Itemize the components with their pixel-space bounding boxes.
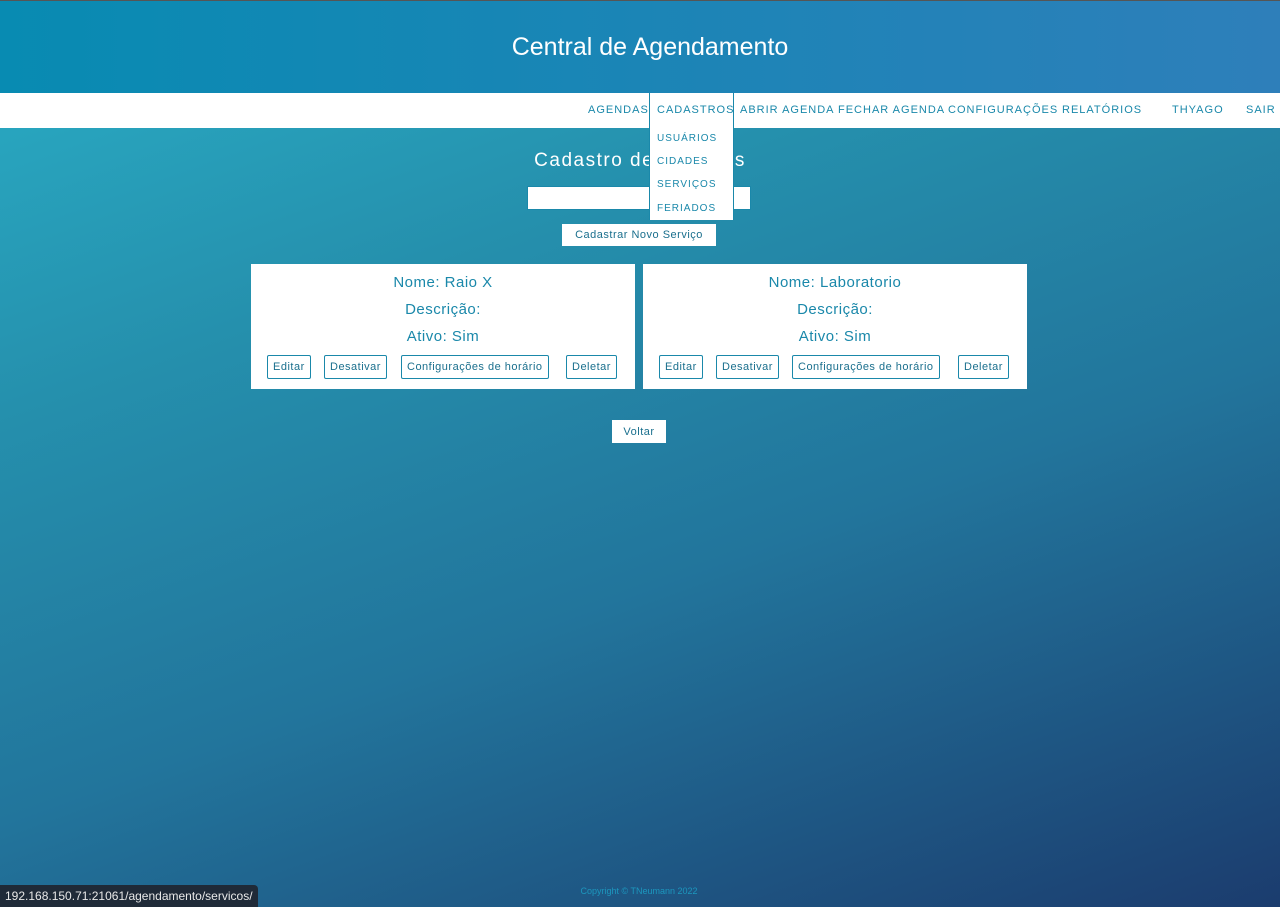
edit-button[interactable]: Editar <box>659 355 703 379</box>
service-description: Descrição: <box>405 301 481 318</box>
page-title: Cadastro de Serviços <box>534 150 746 171</box>
nav-agendas[interactable]: AGENDAS <box>588 93 649 128</box>
deactivate-button[interactable]: Desativar <box>324 355 387 379</box>
deactivate-button[interactable]: Desativar <box>716 355 779 379</box>
dropdown-usuarios[interactable]: USUÁRIOS <box>657 133 717 144</box>
dropdown-cidades[interactable]: CIDADES <box>657 156 708 167</box>
delete-button[interactable]: Deletar <box>958 355 1009 379</box>
service-name: Nome: Raio X <box>393 274 493 291</box>
cadastros-dropdown: USUÁRIOS CIDADES SERVIÇOS FERIADOS <box>649 128 734 220</box>
app-title: Central de Agendamento <box>511 32 789 61</box>
back-button[interactable]: Voltar <box>612 420 666 443</box>
new-service-button[interactable]: Cadastrar Novo Serviço <box>562 224 716 246</box>
nav-relatorios[interactable]: RELATÓRIOS <box>1062 93 1142 128</box>
nav-fechar-agenda[interactable]: FECHAR AGENDA <box>838 93 945 128</box>
nav-cadastros[interactable]: CADASTROS <box>649 93 734 128</box>
dropdown-servicos[interactable]: SERVIÇOS <box>657 179 717 190</box>
schedule-settings-button[interactable]: Configurações de horário <box>401 355 549 379</box>
nav-bar: AGENDAS CADASTROS ABRIR AGENDA FECHAR AG… <box>0 93 1280 128</box>
service-name: Nome: Laboratorio <box>768 274 902 291</box>
service-card: Nome: Laboratorio Descrição: Ativo: Sim … <box>643 264 1027 389</box>
service-active: Ativo: Sim <box>406 328 480 345</box>
status-bar-url: 192.168.150.71:21061/agendamento/servico… <box>0 885 258 907</box>
nav-logout[interactable]: SAIR <box>1246 93 1276 128</box>
service-active: Ativo: Sim <box>798 328 872 345</box>
nav-user[interactable]: THYAGO <box>1172 93 1224 128</box>
delete-button[interactable]: Deletar <box>566 355 617 379</box>
dropdown-feriados[interactable]: FERIADOS <box>657 203 716 214</box>
service-card: Nome: Raio X Descrição: Ativo: Sim Edita… <box>251 264 635 389</box>
schedule-settings-button[interactable]: Configurações de horário <box>792 355 940 379</box>
app-header: Central de Agendamento <box>0 0 1280 93</box>
service-description: Descrição: <box>797 301 873 318</box>
nav-configuracoes[interactable]: CONFIGURAÇÕES <box>948 93 1058 128</box>
nav-abrir-agenda[interactable]: ABRIR AGENDA <box>740 93 835 128</box>
edit-button[interactable]: Editar <box>267 355 311 379</box>
